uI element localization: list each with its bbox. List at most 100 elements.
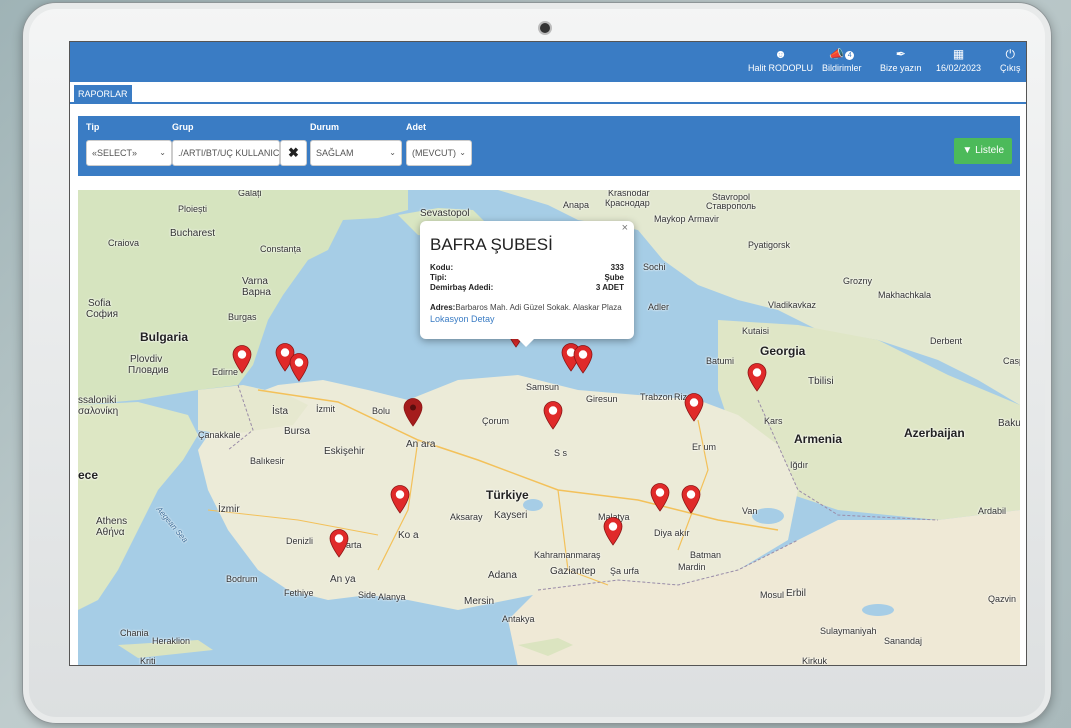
notification-count: 4	[845, 51, 855, 60]
popup-row-kodu: Kodu: 333	[430, 263, 624, 273]
map-label-sofia: Sofia	[88, 298, 111, 309]
clear-grup-button[interactable]: ✖	[280, 140, 307, 166]
map-pin-icon[interactable]	[572, 344, 594, 374]
map-label-gaziantep: Gaziantep	[550, 566, 596, 577]
map-label-pyatigorsk: Pyatigorsk	[748, 240, 791, 250]
map-label-vladikavkaz: Vladikavkaz	[768, 300, 817, 310]
map-label-craiova: Craiova	[108, 238, 140, 248]
map-label-qazvin: Qazvin	[988, 594, 1017, 604]
map-label-istanbul: İsta	[272, 406, 289, 417]
map-label-sevastopol: Sevastopol	[420, 208, 470, 219]
map-label-azerbaijan: Azerbaijan	[904, 426, 965, 440]
map-label-samsun: Samsun	[526, 382, 560, 392]
screen: ☻ Halit RODOPLU 📣 4 Bildirimler ✒ Bize ya…	[69, 41, 1027, 666]
chevron-down-icon: ⌄	[159, 148, 166, 157]
map-label-erzurum: Er um	[692, 442, 717, 452]
map-label-sanliurfa: Şa urfa	[610, 566, 640, 576]
tab-raporlar[interactable]: RAPORLAR	[74, 85, 132, 104]
tip-select[interactable]: «SELECT» ⌄	[86, 140, 172, 166]
map-label-eskisehir: Eskişehir	[324, 446, 365, 457]
map-label-ploiesti: Ploiești	[178, 204, 208, 214]
date-label: 16/02/2023	[936, 63, 982, 73]
map-pin-icon[interactable]	[683, 392, 705, 422]
map-label-antalya: An ya	[330, 574, 356, 585]
map-label-sanandaj: Sanandaj	[884, 636, 923, 646]
map-label-bucharest: Bucharest	[170, 228, 216, 239]
map-pin-icon[interactable]	[328, 528, 350, 558]
location-popup: × BAFRA ŞUBESİ Kodu: 333 Tipi: Şube Demi…	[420, 221, 634, 347]
notifications-menu[interactable]: 📣 4 Bildirimler	[822, 47, 862, 73]
kodu-label: Kodu:	[430, 263, 454, 272]
map-label-kirkuk: Kirkuk	[802, 656, 828, 666]
location-detail-link[interactable]: Lokasyon Detay	[430, 314, 624, 324]
filter-icon: ▼	[962, 145, 973, 156]
map-label-thessaloniki: ssaloniki	[78, 395, 117, 406]
durum-select-value: SAĞLAM	[316, 148, 354, 158]
map-label-mosul: Mosul	[760, 590, 785, 600]
map-label-aksaray: Aksaray	[450, 512, 483, 522]
map-label-izmit: İzmit	[316, 404, 335, 414]
map-pin-icon[interactable]	[680, 484, 702, 514]
calendar-icon: ▦	[952, 47, 965, 61]
popup-address: Adres:Barbaros Mah. Adi Güzel Sokak. Ala…	[430, 303, 624, 312]
map-label-thessaloniki-gr: σαλονίκη	[78, 406, 119, 417]
map-label-balikesir: Balıkesir	[250, 456, 285, 466]
map-label-chania: Chania	[120, 628, 149, 638]
map[interactable]: Krasnodar Краснодар Stavropol Ставрополь…	[78, 190, 1020, 666]
map-pin-icon[interactable]	[288, 352, 310, 382]
map-label-trabzon: Trabzon	[640, 392, 673, 402]
adres-label: Adres:	[430, 303, 456, 312]
close-icon: ✖	[288, 145, 299, 160]
map-label-krasnodar-ru: Краснодар	[605, 198, 650, 208]
camera-icon	[540, 23, 550, 33]
map-label-sochi: Sochi	[643, 262, 666, 272]
map-pin-icon[interactable]	[231, 344, 253, 374]
grup-input[interactable]: ./ARTI/BT/UÇ KULLANICI	[172, 140, 280, 166]
map-label-krasnodar: Krasnodar	[608, 190, 650, 198]
map-label-sofia-bg: София	[86, 309, 119, 320]
map-label-armenia: Armenia	[794, 432, 843, 446]
map-label-kriti: Kriti	[140, 656, 156, 666]
map-pin-icon[interactable]	[542, 400, 564, 430]
filter-bar: Tip «SELECT» ⌄ Grup ./ARTI/BT/UÇ KULLANI…	[78, 116, 1020, 176]
close-icon[interactable]: ×	[622, 222, 628, 234]
map-pin-icon[interactable]	[649, 482, 671, 512]
map-label-heraklion: Heraklion	[152, 636, 191, 646]
adres-value: Barbaros Mah. Adi Güzel Sokak. Alaskar P…	[455, 303, 622, 312]
map-label-side: Side	[358, 590, 377, 600]
map-label-giresun: Giresun	[586, 394, 618, 404]
map-label-ankara: An ara	[406, 439, 436, 450]
map-label-mardin: Mardin	[678, 562, 706, 572]
adet-select[interactable]: (MEVCUT) ⌄	[406, 140, 472, 166]
tab-bar: RAPORLAR	[70, 82, 1026, 104]
map-label-bulgaria: Bulgaria	[140, 330, 189, 344]
write-to-us-link[interactable]: ✒ Bize yazın	[880, 47, 922, 73]
map-pin-icon[interactable]	[602, 516, 624, 546]
list-button[interactable]: ▼ Listele	[954, 138, 1012, 164]
map-label-varna-bg: Варна	[242, 287, 271, 298]
map-label-kars: Kars	[764, 416, 783, 426]
map-pin-icon[interactable]	[389, 484, 411, 514]
logout-button[interactable]: ⏻ Çıkış	[1000, 47, 1021, 73]
map-label-adler: Adler	[648, 302, 670, 312]
map-label-galati: Galați	[238, 190, 262, 198]
durum-select[interactable]: SAĞLAM ⌄	[310, 140, 402, 166]
adet-label: Adet	[406, 122, 426, 132]
map-label-athens-gr: Αθήνα	[96, 527, 125, 538]
user-menu[interactable]: ☻ Halit RODOPLU	[748, 47, 813, 73]
map-pin-icon[interactable]	[746, 362, 768, 392]
map-label-turkiye: Türkiye	[486, 488, 529, 502]
demirbas-label: Demirbaş Adedi:	[430, 283, 494, 292]
map-label-kayseri: Kayseri	[494, 510, 528, 521]
map-label-canakkale: Çanakkale	[198, 430, 241, 440]
map-label-kahramanmaras: Kahramanmaraş	[534, 550, 601, 560]
map-label-stavropol-ru: Ставрополь	[706, 201, 756, 211]
map-label-plovdiv-bg: Пловдив	[128, 365, 169, 376]
map-label-sivas: S s	[554, 448, 568, 458]
power-icon: ⏻	[1005, 47, 1016, 61]
map-pin-icon[interactable]	[402, 397, 424, 427]
map-label-anapa: Anapa	[563, 200, 590, 210]
write-label: Bize yazın	[880, 63, 922, 73]
map-label-plovdiv: Plovdiv	[130, 354, 163, 365]
tip-select-value: «SELECT»	[92, 148, 138, 158]
